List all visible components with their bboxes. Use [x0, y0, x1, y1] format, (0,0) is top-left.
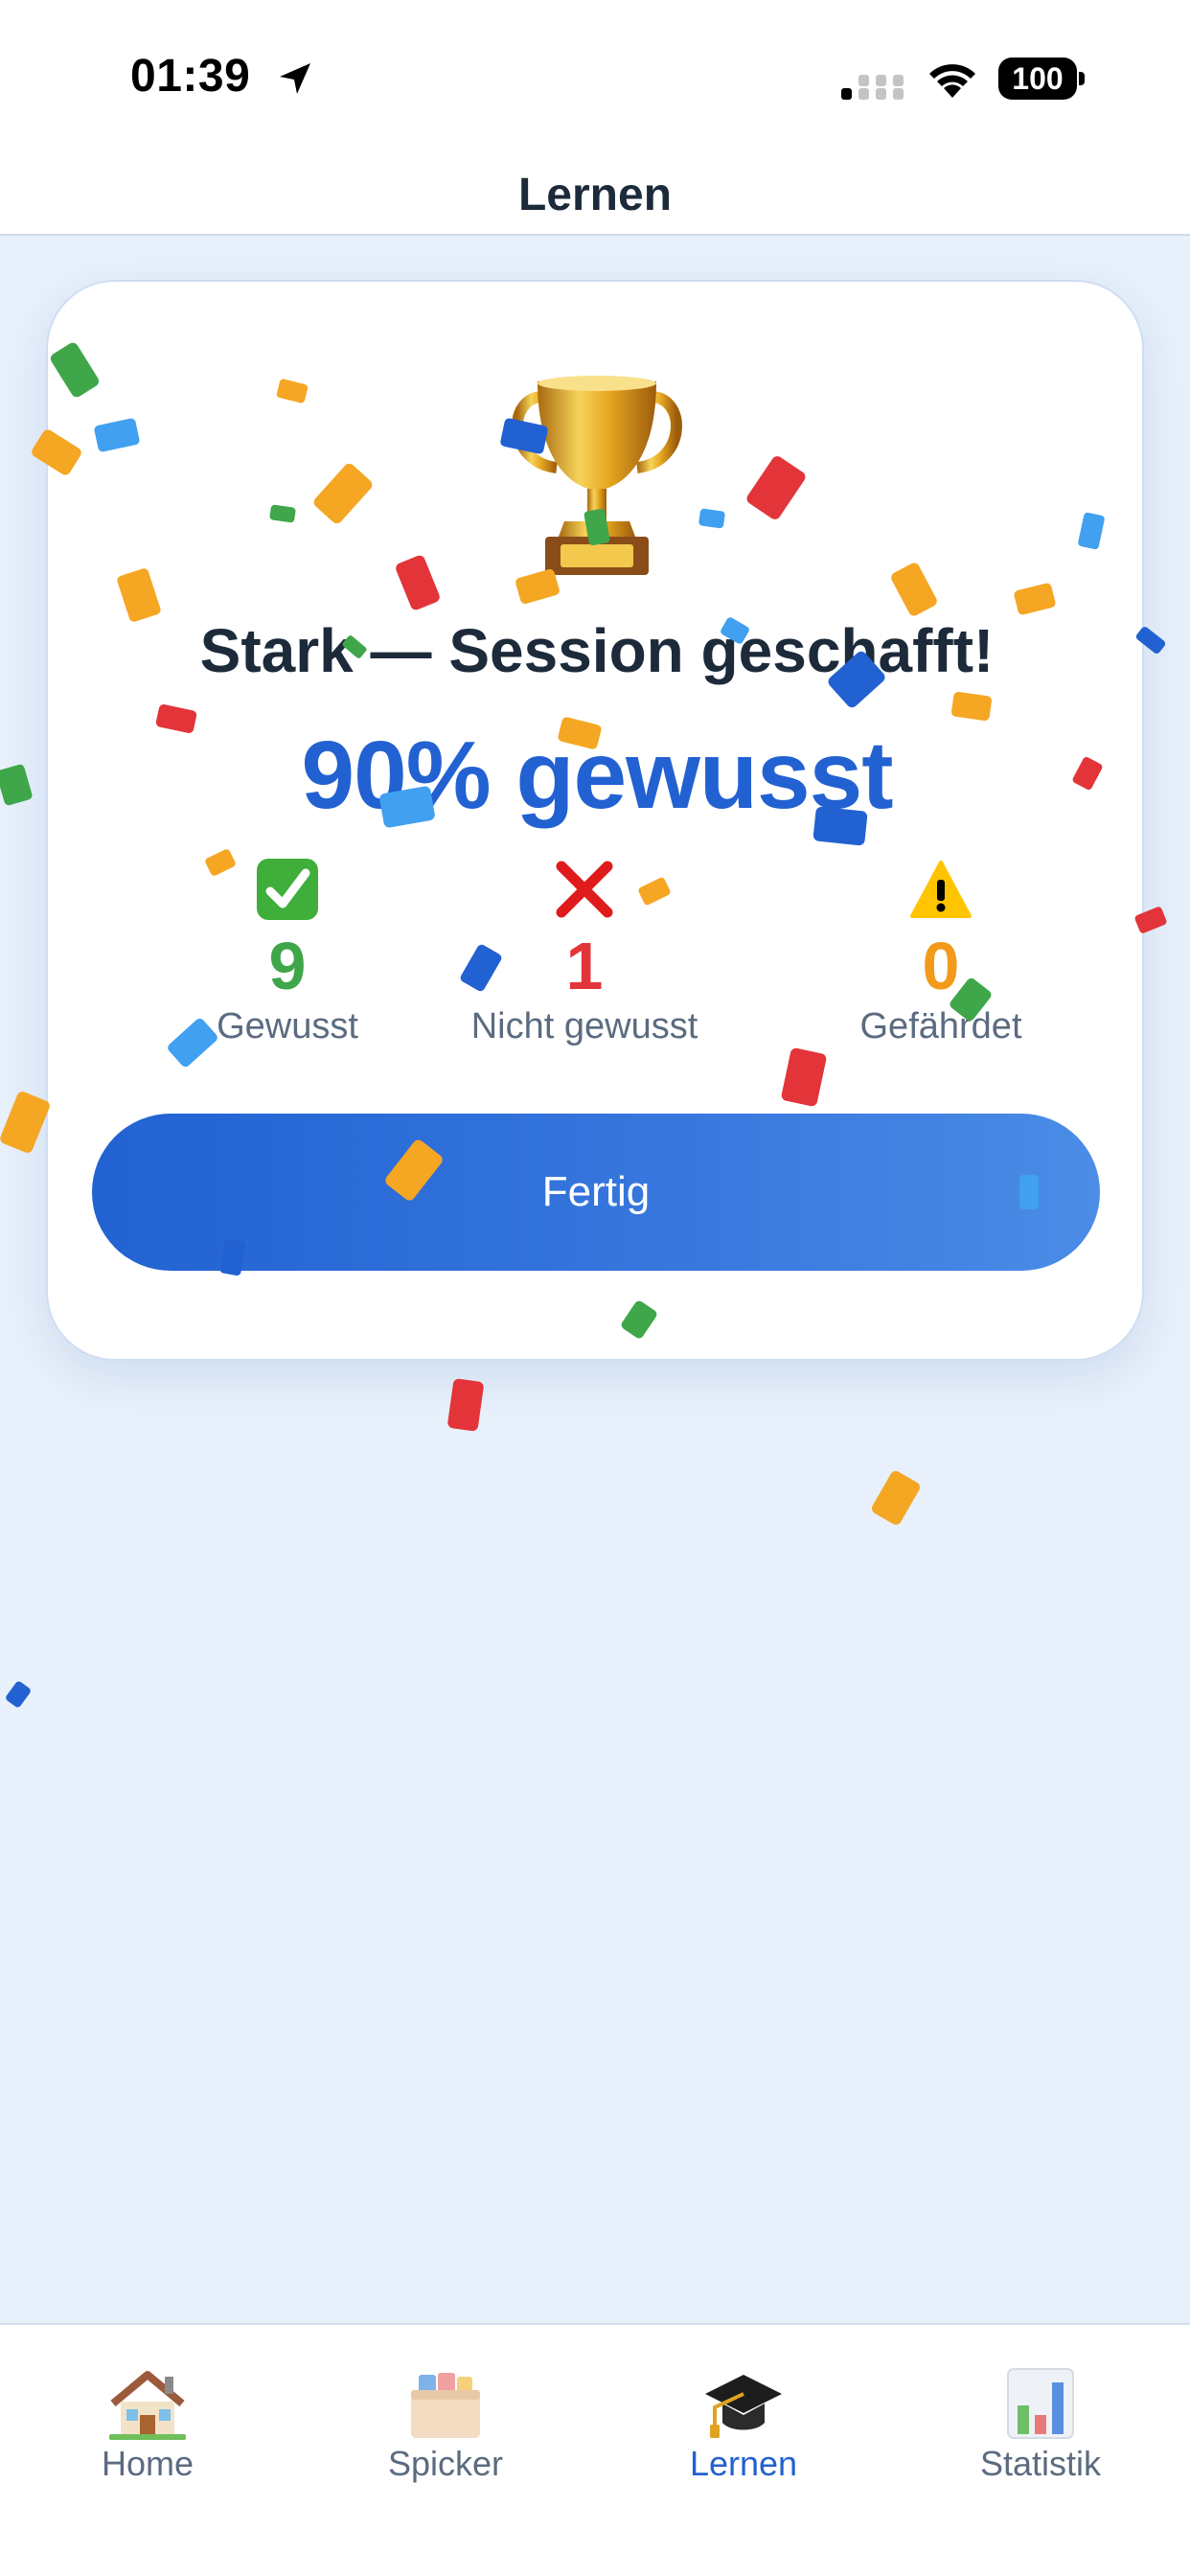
stat-at-risk-label: Gefährdet [859, 1006, 1022, 1046]
tab-statistik[interactable]: Statistik [926, 2367, 1156, 2484]
bar-chart-icon [1007, 2368, 1074, 2439]
home-indicator [463, 2536, 727, 2545]
session-result-card: Stark — Session geschafft! 90% gewusst 9… [46, 280, 1144, 1361]
page-title: Lernen [517, 170, 673, 220]
stat-known-value: 9 [268, 929, 307, 1003]
navigation-bar: Lernen [0, 144, 1190, 236]
trophy-icon [512, 376, 682, 575]
result-headline: Stark — Session geschafft! [199, 616, 995, 685]
status-time: 01:39 [130, 51, 251, 102]
stat-not-known-value: 1 [565, 929, 604, 1003]
tab-home-label: Home [101, 2444, 195, 2483]
house-icon [109, 2371, 186, 2440]
tab-spicker[interactable]: Spicker [331, 2367, 561, 2484]
done-button[interactable]: Fertig [92, 1114, 1100, 1271]
tab-statistik-label: Statistik [979, 2444, 1102, 2483]
score-percentage: 90% gewusst [301, 722, 893, 829]
stat-at-risk: 0 Gefährdet [797, 857, 1085, 1047]
screen: 01:39 100 Lernen Stark — Session geschaf… [0, 0, 1190, 2576]
tab-home[interactable]: Home [33, 2367, 263, 2484]
stat-known: 9 Gewusst [144, 857, 431, 1047]
card-box-icon [411, 2373, 480, 2438]
check-mark-icon [257, 859, 318, 920]
warning-icon [910, 861, 972, 918]
stat-at-risk-value: 0 [922, 929, 960, 1003]
tab-lernen-label: Lernen [689, 2444, 798, 2483]
status-bar: 01:39 100 [0, 0, 1190, 144]
tab-lernen[interactable]: Lernen [629, 2367, 858, 2484]
cross-mark-icon [556, 861, 613, 918]
wifi-icon [929, 64, 975, 98]
graduation-cap-icon [705, 2375, 782, 2438]
location-arrow-icon [280, 63, 310, 94]
stat-not-known-label: Nicht gewusst [470, 1006, 698, 1046]
stat-not-known: 1 Nicht gewusst [441, 857, 728, 1047]
battery-icon: 100 [998, 58, 1085, 100]
tab-spicker-label: Spicker [387, 2444, 504, 2483]
cellular-signal-icon [841, 75, 904, 100]
battery-level: 100 [998, 58, 1077, 100]
stat-known-label: Gewusst [217, 1006, 358, 1046]
